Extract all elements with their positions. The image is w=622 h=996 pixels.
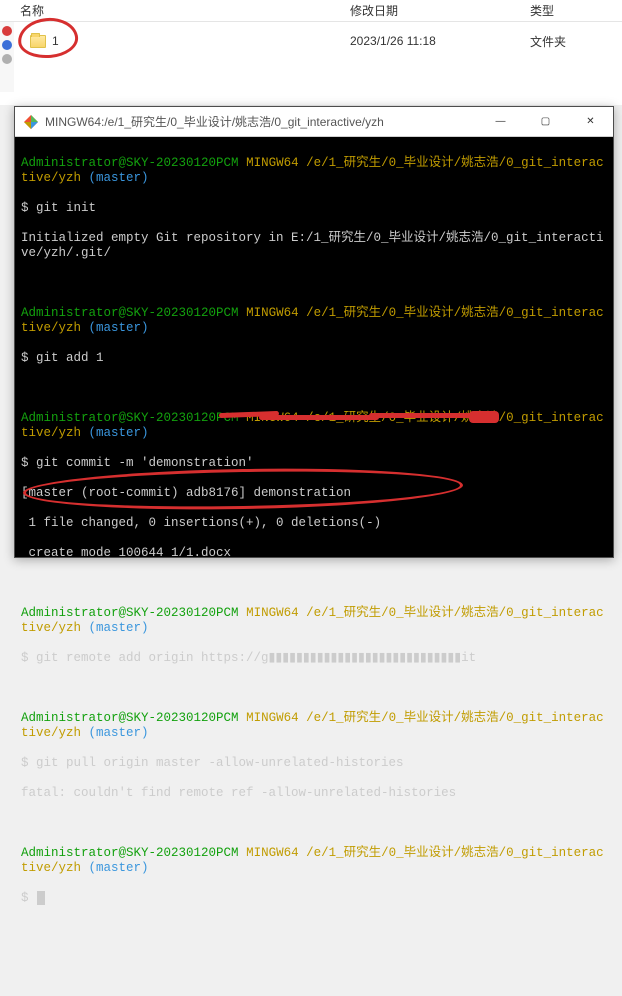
output-line: Initialized empty Git repository in E:/1… [21,231,607,261]
output-line: fatal: couldn't find remote ref -allow-u… [21,786,607,801]
file-date: 2023/1/26 11:18 [350,34,530,48]
pin-icon [2,26,12,36]
file-explorer: 名称 修改日期 类型 1 2023/1/26 11:18 文件夹 [0,0,622,105]
prompt-branch: (master) [89,171,149,185]
titlebar[interactable]: MINGW64:/e/1_研究生/0_毕业设计/姚志浩/0_git_intera… [15,107,613,137]
header-name[interactable]: 名称 [0,2,350,19]
gutter [0,22,14,92]
output-line: create mode 100644 1/1.docx [21,546,607,561]
file-name: 1 [52,34,59,48]
file-type: 文件夹 [530,33,622,50]
prompt-user: Administrator@SKY-20230120PCM [21,156,239,170]
cmd-line: $ git pull origin master -allow-unrelate… [21,756,607,771]
terminal-body[interactable]: Administrator@SKY-20230120PCM MINGW64 /e… [15,137,613,557]
cmd-line: $ git add 1 [21,351,607,366]
header-type[interactable]: 类型 [530,2,622,19]
cmd-line: $ git remote add origin https://g▮▮▮▮▮▮▮… [21,651,607,666]
pin-icon [2,54,12,64]
terminal-window: MINGW64:/e/1_研究生/0_毕业设计/姚志浩/0_git_intera… [14,106,614,558]
output-line: 1 file changed, 0 insertions(+), 0 delet… [21,516,607,531]
mingw-icon [23,114,39,130]
file-row[interactable]: 1 2023/1/26 11:18 文件夹 [0,22,622,52]
explorer-headers: 名称 修改日期 类型 [0,0,622,22]
cmd-line: $ git init [21,201,607,216]
header-date[interactable]: 修改日期 [350,2,530,19]
cursor [37,891,45,905]
close-button[interactable]: ✕ [568,107,613,136]
prompt-env: MINGW64 [246,156,299,170]
window-controls: — ▢ ✕ [478,107,613,136]
pin-icon [2,40,12,50]
output-line: [master (root-commit) adb8176] demonstra… [21,486,607,501]
cmd-line: $ [21,891,36,905]
minimize-button[interactable]: — [478,107,523,136]
cmd-line: $ git commit -m 'demonstration' [21,456,607,471]
maximize-button[interactable]: ▢ [523,107,568,136]
window-title: MINGW64:/e/1_研究生/0_毕业设计/姚志浩/0_git_intera… [45,113,478,130]
folder-icon [30,35,46,48]
